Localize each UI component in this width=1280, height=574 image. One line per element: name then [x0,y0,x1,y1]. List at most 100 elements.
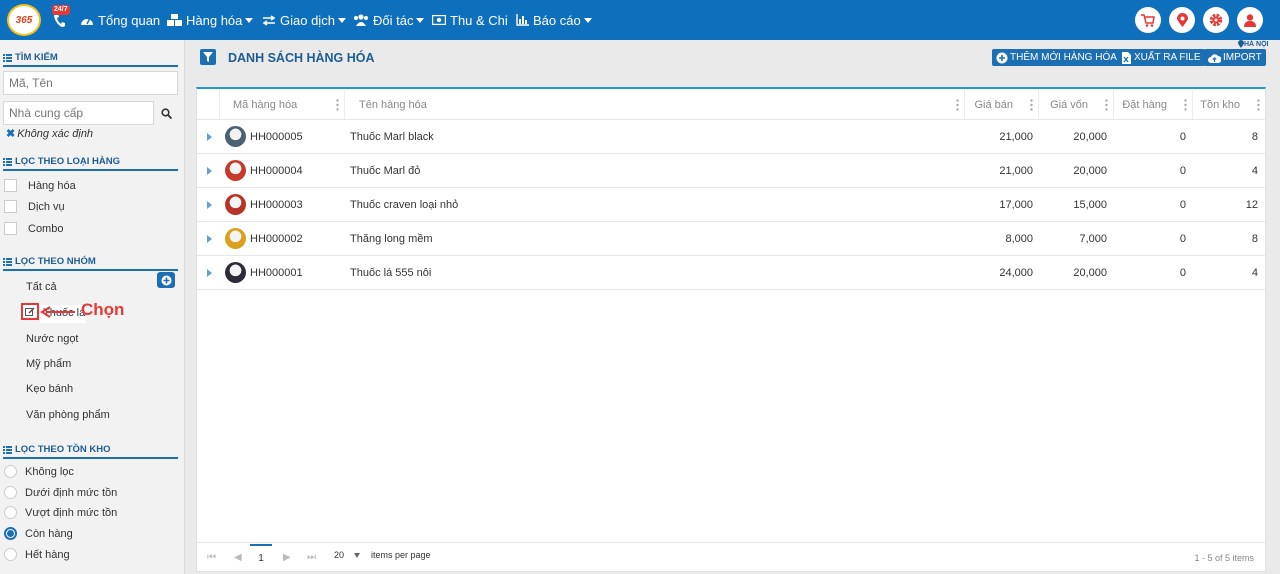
table-row[interactable]: HH000004 Thuốc Marl đỏ 21,000 20,000 0 4 [197,154,1265,188]
search-section-title: TÌM KIẾM [3,52,178,67]
product-code: HH000004 [250,165,303,177]
radio[interactable] [4,465,17,478]
stock-filter-in-stock[interactable]: Còn hàng [4,527,73,540]
branch-location[interactable]: HÀ NỘI [1238,40,1269,48]
export-file-button[interactable]: XUẤT RA FILE [1117,49,1205,66]
users-icon [353,14,369,26]
next-page-icon[interactable]: ▶ [283,552,291,563]
column-menu-icon[interactable] [956,99,959,111]
product-name: Thuốc lá 555 nôi [350,267,432,279]
list-icon [3,445,12,454]
nav-reports[interactable]: Báo cáo [516,0,592,40]
nav-transactions[interactable]: Giao dịch [262,0,346,40]
column-header-name[interactable]: Tên hàng hóa [345,90,965,120]
edit-group-button[interactable] [21,303,39,320]
group-item-all[interactable]: Tất cả [26,281,57,293]
nav-overview[interactable]: Tổng quan [80,0,160,40]
column-header-stock[interactable]: Tồn kho [1193,90,1265,120]
stock-section-title: LỌC THEO TỒN KHO [3,444,178,459]
pager-summary: 1 - 5 of 5 items [1194,553,1254,563]
group-item-candy[interactable]: Kẹo bánh [26,383,73,395]
cost-price: 20,000 [1073,267,1107,279]
table-row[interactable]: HH000005 Thuốc Marl black 21,000 20,000 0 8 [197,120,1265,154]
cost-price: 20,000 [1073,131,1107,143]
expand-column-header [197,90,220,120]
sale-price: 8,000 [1005,233,1033,245]
nav-partners[interactable]: Đối tác [353,0,425,40]
radio[interactable] [4,506,17,519]
column-menu-icon[interactable] [336,99,339,111]
search-icon [160,107,172,119]
filter-icon [203,52,213,62]
expand-row-icon[interactable] [207,201,212,209]
expand-row-icon[interactable] [207,167,212,175]
current-page-button[interactable]: 1 [250,544,272,570]
column-header-code[interactable]: Mã hàng hóa [220,90,345,120]
nav-cashbook[interactable]: Thu & Chi [432,0,508,40]
supplier-input[interactable] [3,101,154,125]
stock-filter-out-of-stock[interactable]: Hết hàng [4,548,70,561]
stock-qty: 4 [1251,165,1258,177]
table-row[interactable]: HH000002 Thăng long mềm 8,000 7,000 0 8 [197,222,1265,256]
ordered-qty: 0 [1179,199,1186,211]
user-icon [1244,13,1256,27]
checkbox[interactable] [4,179,17,192]
type-filter-combo[interactable]: Combo [4,222,63,235]
add-product-button[interactable]: THÊM MỚI HÀNG HÓA [992,49,1121,66]
column-header-price[interactable]: Giá bán [965,90,1039,120]
column-menu-icon[interactable] [1257,99,1260,111]
stock-qty: 8 [1251,131,1258,143]
group-item-cosmetics[interactable]: Mỹ phẩm [26,358,71,370]
first-page-icon[interactable]: ⏮ [207,552,216,563]
stock-filter-below[interactable]: Dưới định mức tồn [4,486,117,499]
sale-price: 24,000 [999,267,1033,279]
location-button[interactable] [1169,7,1195,33]
group-item-stationery[interactable]: Văn phòng phẩm [26,409,110,421]
expand-row-icon[interactable] [207,133,212,141]
column-menu-icon[interactable] [1184,99,1187,111]
cart-icon [1141,13,1155,27]
nav-products[interactable]: Hàng hóa [167,0,254,40]
stock-filter-none[interactable]: Không lọc [4,465,74,478]
checkbox[interactable] [4,222,17,235]
type-filter-service[interactable]: Dịch vụ [4,200,65,213]
checkbox[interactable] [4,200,17,213]
sale-price: 17,000 [999,199,1033,211]
column-header-ordered[interactable]: Đặt hàng [1114,90,1193,120]
excel-file-icon [1122,51,1131,64]
table-row[interactable]: HH000001 Thuốc lá 555 nôi 24,000 20,000 0 4 [197,256,1265,290]
chevron-down-icon [337,17,346,23]
brand-logo[interactable]: 365 [7,4,41,36]
last-page-icon[interactable]: ⏭ [307,552,316,563]
column-menu-icon[interactable] [1105,99,1108,111]
dashboard-icon [80,14,94,26]
radio[interactable] [4,548,17,561]
column-header-cost[interactable]: Giá vốn [1039,90,1114,120]
search-input[interactable] [3,71,178,95]
column-menu-icon[interactable] [1030,99,1033,111]
settings-button[interactable] [1203,7,1229,33]
product-grid: Mã hàng hóa Tên hàng hóa Giá bán Giá vốn… [196,87,1266,572]
add-group-button[interactable] [157,272,175,288]
group-item-soft-drinks[interactable]: Nước ngọt [26,333,79,345]
unknown-supplier-filter[interactable]: ✖ Không xác định [6,127,93,141]
arrow-annotation-icon [40,306,75,318]
radio[interactable] [4,486,17,499]
chevron-down-icon [416,17,425,23]
product-code: HH000003 [250,199,303,211]
cart-button[interactable] [1135,7,1161,33]
import-button[interactable]: IMPORT [1204,49,1266,66]
table-row[interactable]: HH000003 Thuốc craven loại nhỏ 17,000 15,00… [197,188,1265,222]
chevron-down-icon[interactable] [354,553,360,558]
prev-page-icon[interactable]: ◀ [234,552,242,563]
stock-filter-above[interactable]: Vượt định mức tồn [4,506,117,519]
expand-row-icon[interactable] [207,269,212,277]
user-button[interactable] [1237,7,1263,33]
list-icon [3,257,12,266]
supplier-search-button[interactable] [154,101,178,125]
type-filter-goods[interactable]: Hàng hóa [4,179,76,192]
expand-row-icon[interactable] [207,235,212,243]
radio-selected[interactable] [4,527,17,540]
page-size-select[interactable]: 20 [334,550,344,560]
filter-toggle-button[interactable] [200,49,216,65]
